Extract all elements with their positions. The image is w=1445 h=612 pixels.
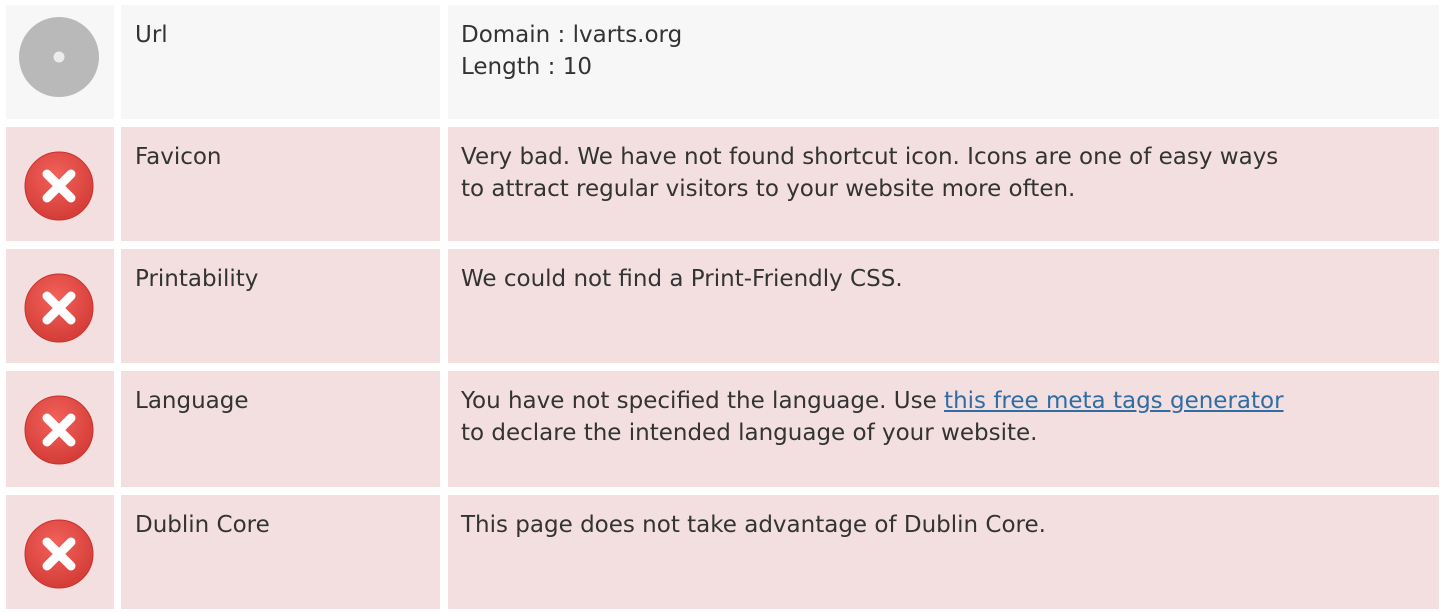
report-row-printability: Printability We could not find a Print-F… bbox=[0, 249, 1445, 363]
row-description-cell: This page does not take advantage of Dub… bbox=[448, 495, 1439, 609]
row-description-cell: Domain : lvarts.org Length : 10 bbox=[448, 5, 1439, 119]
error-x-icon bbox=[23, 150, 95, 222]
row-label-cell: Url bbox=[121, 5, 440, 119]
row-label-cell: Printability bbox=[121, 249, 440, 363]
status-cell bbox=[6, 249, 114, 363]
report-row-favicon: Favicon Very bad. We have not found shor… bbox=[0, 127, 1445, 241]
row-description: Domain : lvarts.org Length : 10 bbox=[461, 19, 1425, 83]
report-row-url: Url Domain : lvarts.org Length : 10 bbox=[0, 5, 1445, 119]
row-description: This page does not take advantage of Dub… bbox=[461, 509, 1425, 541]
row-description: You have not specified the language. Use… bbox=[461, 385, 1425, 449]
row-label: Printability bbox=[135, 266, 259, 292]
error-x-icon bbox=[23, 394, 95, 466]
error-x-icon bbox=[23, 518, 95, 590]
meta-tags-generator-link[interactable]: this free meta tags generator bbox=[944, 388, 1284, 414]
length-line: Length : 10 bbox=[461, 54, 592, 80]
row-label: Language bbox=[135, 388, 249, 414]
row-description: Very bad. We have not found shortcut ico… bbox=[461, 141, 1425, 205]
status-cell bbox=[6, 495, 114, 609]
domain-line: Domain : lvarts.org bbox=[461, 22, 683, 48]
row-label: Url bbox=[135, 22, 168, 48]
description-prefix: You have not specified the language. Use bbox=[461, 388, 945, 414]
info-disc-icon bbox=[18, 16, 100, 98]
status-cell bbox=[6, 5, 114, 119]
description-line: This page does not take advantage of Dub… bbox=[461, 512, 1046, 538]
description-line: to attract regular visitors to your webs… bbox=[461, 176, 1076, 202]
description-line: You have not specified the language. Use… bbox=[461, 385, 1425, 417]
seo-report-table: Url Domain : lvarts.org Length : 10 Favi… bbox=[0, 0, 1445, 612]
row-label-cell: Dublin Core bbox=[121, 495, 440, 609]
description-line: We could not find a Print-Friendly CSS. bbox=[461, 266, 903, 292]
error-x-icon bbox=[23, 272, 95, 344]
description-line: Very bad. We have not found shortcut ico… bbox=[461, 144, 1279, 170]
row-description-cell: You have not specified the language. Use… bbox=[448, 371, 1439, 487]
description-line: to declare the intended language of your… bbox=[461, 420, 1038, 446]
report-row-dublin-core: Dublin Core This page does not take adva… bbox=[0, 495, 1445, 609]
row-description-cell: Very bad. We have not found shortcut ico… bbox=[448, 127, 1439, 241]
status-cell bbox=[6, 371, 114, 487]
row-description-cell: We could not find a Print-Friendly CSS. bbox=[448, 249, 1439, 363]
row-label-cell: Language bbox=[121, 371, 440, 487]
row-label: Favicon bbox=[135, 144, 222, 170]
status-cell bbox=[6, 127, 114, 241]
row-description: We could not find a Print-Friendly CSS. bbox=[461, 263, 1425, 295]
report-row-language: Language You have not specified the lang… bbox=[0, 371, 1445, 487]
row-label: Dublin Core bbox=[135, 512, 270, 538]
row-label-cell: Favicon bbox=[121, 127, 440, 241]
